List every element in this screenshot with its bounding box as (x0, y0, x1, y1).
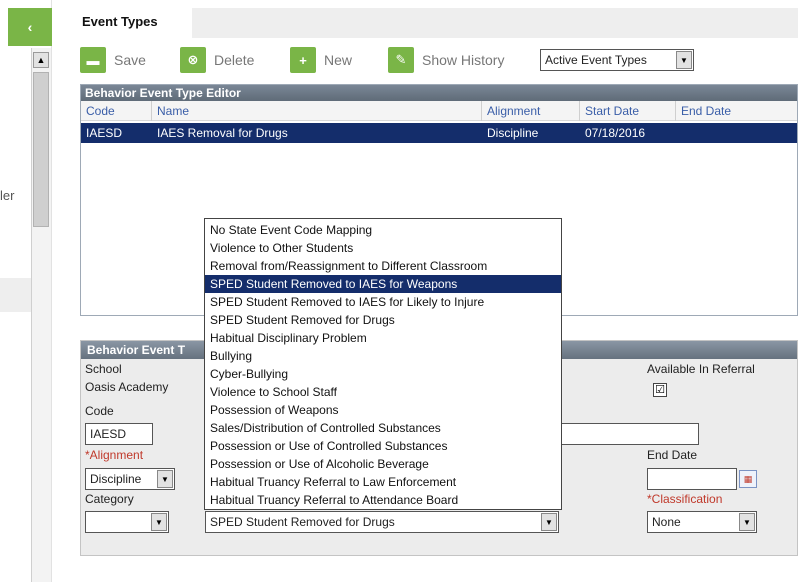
left-panel-label: ler (0, 188, 15, 203)
dropdown-option[interactable]: No State Event Code Mapping (205, 221, 561, 239)
col-header-name[interactable]: Name (157, 104, 189, 118)
show-history-label: Show History (422, 52, 505, 68)
col-header-code[interactable]: Code (86, 104, 115, 118)
alignment-label: *Alignment (85, 448, 144, 462)
scrollbar-thumb[interactable] (33, 72, 49, 227)
save-icon: ▬ (80, 47, 106, 73)
dropdown-option[interactable]: SPED Student Removed to IAES for Likely … (205, 293, 561, 311)
chevron-left-icon: ‹ (27, 19, 33, 35)
cell-alignment: Discipline (487, 126, 539, 140)
pencil-icon: ✎ (388, 47, 414, 73)
school-value: Oasis Academy (85, 380, 169, 394)
dropdown-option[interactable]: Habitual Disciplinary Problem (205, 329, 561, 347)
chevron-down-icon[interactable]: ▼ (739, 513, 755, 531)
calendar-icon[interactable]: ▦ (739, 470, 757, 488)
save-button[interactable]: ▬ Save (80, 46, 146, 74)
col-header-alignment[interactable]: Alignment (487, 104, 540, 118)
editor-title: Behavior Event Type Editor (81, 85, 797, 101)
dropdown-option[interactable]: Habitual Truancy Referral to Attendance … (205, 491, 561, 509)
classification-select[interactable]: None ▼ (647, 511, 757, 533)
category-select[interactable]: ▼ (85, 511, 169, 533)
dropdown-option[interactable]: Sales/Distribution of Controlled Substan… (205, 419, 561, 437)
classification-label: *Classification (647, 492, 723, 506)
delete-icon: ⊗ (180, 47, 206, 73)
dropdown-option[interactable]: Possession or Use of Alcoholic Beverage (205, 455, 561, 473)
scroll-up-arrow-icon[interactable]: ▲ (33, 52, 49, 68)
new-label: New (324, 52, 353, 68)
name-field[interactable] (551, 423, 699, 445)
category-label: Category (85, 492, 134, 506)
state-event-code-select[interactable]: SPED Student Removed for Drugs ▼ (205, 511, 559, 533)
col-header-start-date[interactable]: Start Date (585, 104, 639, 118)
end-date-field[interactable] (647, 468, 737, 490)
dropdown-option[interactable]: Violence to School Staff (205, 383, 561, 401)
cell-name: IAES Removal for Drugs (157, 126, 288, 140)
back-button[interactable]: ‹ (8, 8, 52, 46)
delete-button[interactable]: ⊗ Delete (180, 46, 254, 74)
cell-start-date: 07/18/2016 (585, 126, 646, 140)
dropdown-option[interactable]: Removal from/Reassignment to Different C… (205, 257, 561, 275)
alignment-select[interactable]: Discipline ▼ (85, 468, 175, 490)
code-label: Code (85, 404, 114, 418)
tab-event-types[interactable]: Event Types (74, 8, 192, 38)
alignment-value: Discipline (90, 472, 142, 486)
dropdown-option[interactable]: Bullying (205, 347, 561, 365)
classification-value: None (652, 515, 681, 529)
new-button[interactable]: + New (290, 46, 352, 74)
table-header: Code Name Alignment Start Date End Date (81, 101, 797, 121)
new-icon: + (290, 47, 316, 73)
dropdown-option-highlighted[interactable]: SPED Student Removed to IAES for Weapons (205, 275, 561, 293)
filter-value: Active Event Types (545, 53, 647, 67)
chevron-down-icon[interactable]: ▼ (541, 513, 557, 531)
chevron-down-icon[interactable]: ▼ (157, 470, 173, 488)
left-panel-selected-item[interactable] (0, 278, 31, 312)
dropdown-option[interactable]: Violence to Other Students (205, 239, 561, 257)
save-label: Save (114, 52, 146, 68)
state-event-code-dropdown-list: No State Event Code Mapping Violence to … (204, 218, 562, 510)
show-history-button[interactable]: ✎ Show History (388, 46, 504, 74)
dropdown-option[interactable]: Possession or Use of Controlled Substanc… (205, 437, 561, 455)
dropdown-option[interactable]: Cyber-Bullying (205, 365, 561, 383)
code-field[interactable]: IAESD (85, 423, 153, 445)
cell-code: IAESD (86, 126, 123, 140)
state-event-code-value: SPED Student Removed for Drugs (210, 515, 395, 529)
delete-label: Delete (214, 52, 255, 68)
available-in-referral-label: Available In Referral (647, 362, 755, 376)
chevron-down-icon[interactable]: ▼ (151, 513, 167, 531)
toolbar: ▬ Save ⊗ Delete + New ✎ Show History Act… (80, 46, 780, 76)
available-in-referral-checkbox[interactable]: ☑ (653, 383, 667, 397)
chevron-down-icon[interactable]: ▼ (676, 51, 692, 69)
dropdown-option[interactable]: Habitual Truancy Referral to Law Enforce… (205, 473, 561, 491)
dropdown-option[interactable]: Possession of Weapons (205, 401, 561, 419)
school-label: School (85, 362, 122, 376)
event-type-filter-select[interactable]: Active Event Types ▼ (540, 49, 694, 71)
left-panel: ‹ ▲ ler (0, 0, 52, 582)
end-date-label: End Date (647, 448, 698, 462)
col-header-end-date[interactable]: End Date (681, 104, 731, 118)
dropdown-option[interactable]: SPED Student Removed for Drugs (205, 311, 561, 329)
table-row[interactable]: IAESD IAES Removal for Drugs Discipline … (81, 123, 797, 143)
